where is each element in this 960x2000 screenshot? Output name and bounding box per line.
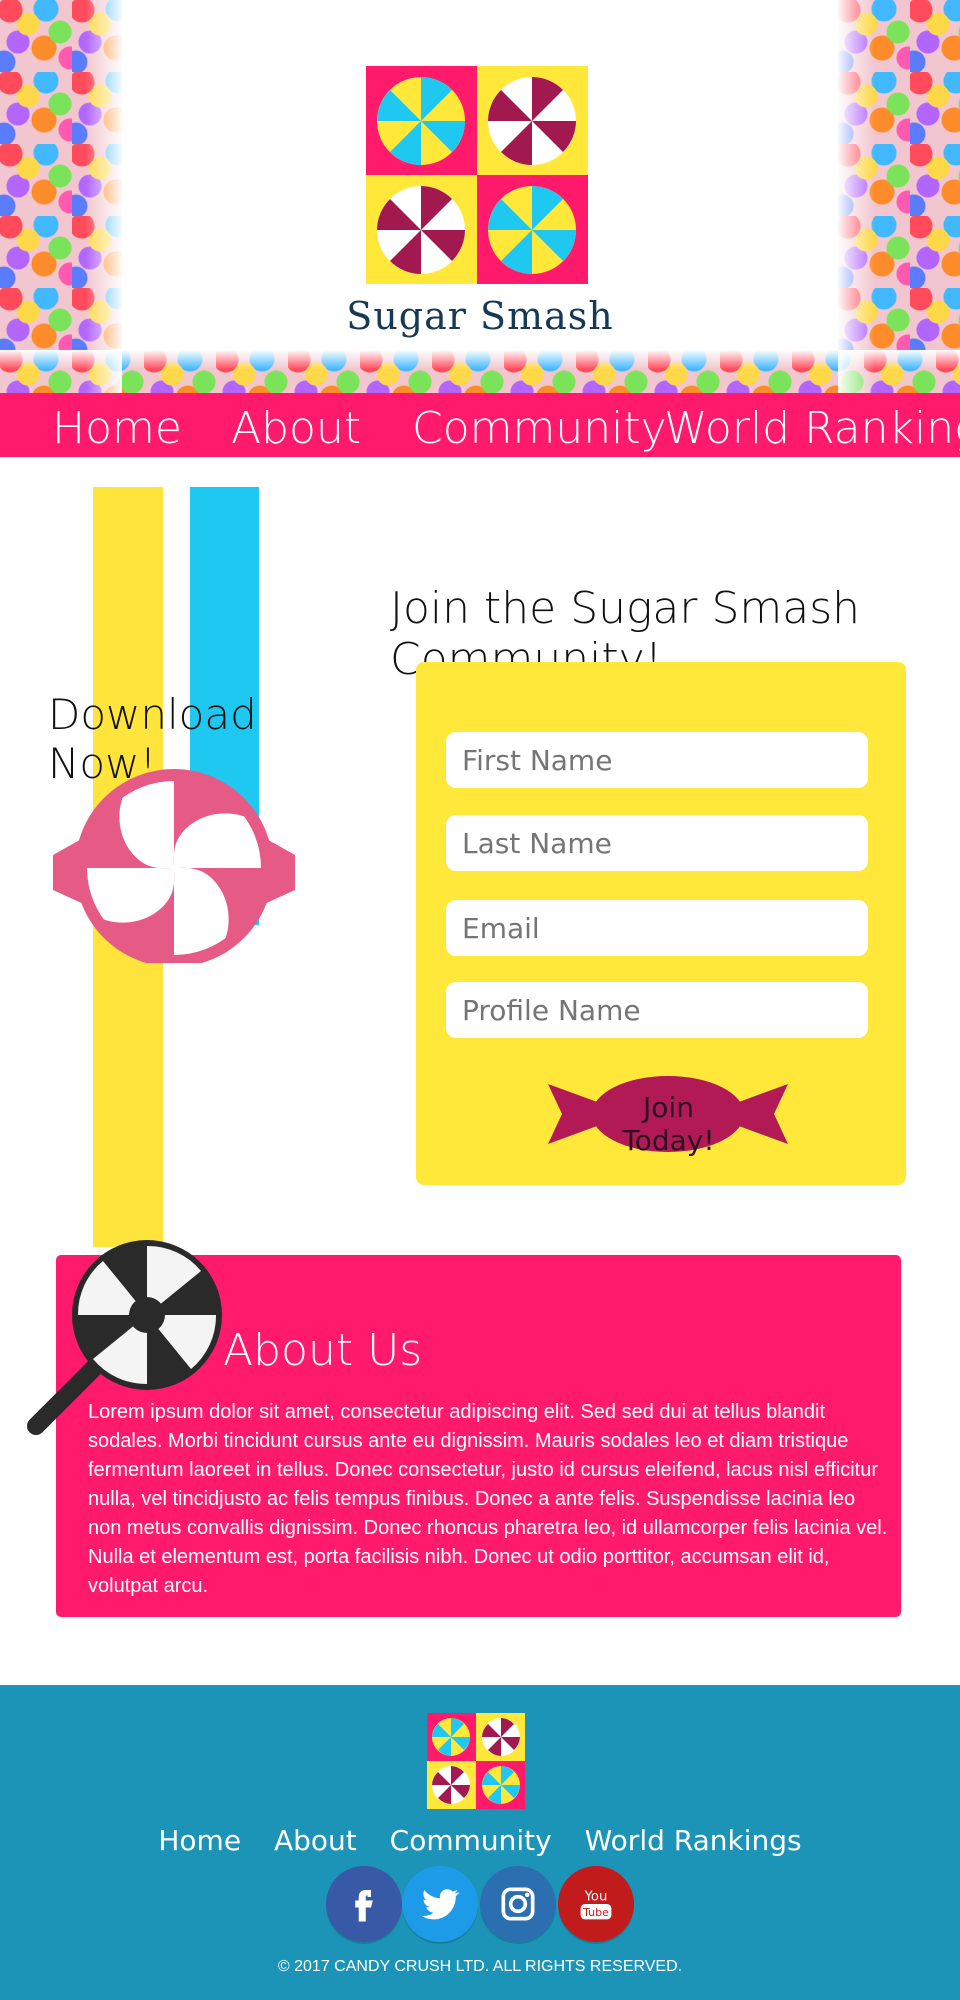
join-today-label: Join Today! [622, 1091, 715, 1157]
profile-name-field[interactable] [446, 982, 868, 1038]
logo-candy-tr-icon [488, 77, 576, 165]
facebook-icon[interactable] [326, 1866, 402, 1942]
footer-nav-world-rankings[interactable]: World Rankings [585, 1824, 802, 1857]
about-body: Lorem ipsum dolor sit amet, consectetur … [88, 1401, 888, 1597]
footer-nav-about[interactable]: About [274, 1824, 357, 1857]
main-nav: Home About Community World Rankings [0, 393, 960, 457]
footer-logo-icon [427, 1713, 525, 1809]
logo-candy-tl-icon [377, 77, 465, 165]
youtube-icon[interactable]: You Tube [558, 1866, 634, 1942]
instagram-icon[interactable] [480, 1866, 556, 1942]
twitter-glyph-icon [421, 1889, 460, 1920]
nav-home[interactable]: Home [52, 403, 182, 454]
about-title: About Us [223, 1325, 423, 1376]
footer-nav-community[interactable]: Community [390, 1824, 552, 1857]
header-fade-left [0, 0, 122, 393]
facebook-glyph-icon [355, 1890, 373, 1922]
candy-icon[interactable] [25, 765, 319, 963]
logo-candy-bl-icon [377, 186, 465, 274]
twitter-icon[interactable] [402, 1866, 478, 1942]
footer-nav: Home About Community World Rankings [0, 1824, 960, 1857]
nav-about[interactable]: About [231, 403, 361, 454]
copyright: © 2017 CANDY CRUSH LTD. ALL RIGHTS RESER… [277, 1958, 683, 1975]
header-fade-bottom [0, 350, 960, 393]
instagram-glyph-icon [501, 1887, 535, 1921]
footer-nav-home[interactable]: Home [158, 1824, 241, 1857]
youtube-glyph-icon: You Tube [580, 1890, 612, 1920]
signup-form: Join Today! [416, 662, 906, 1185]
brand-name: Sugar Smash [346, 294, 614, 338]
email-field[interactable] [446, 900, 868, 956]
logo-candy-br-icon [488, 186, 576, 274]
header-fade-right [838, 0, 960, 393]
svg-text:Tube: Tube [582, 1906, 609, 1919]
nav-community[interactable]: Community [412, 403, 667, 454]
svg-text:You: You [584, 1890, 608, 1905]
first-name-field[interactable] [446, 732, 868, 788]
nav-world-rankings[interactable]: World Rankings [664, 403, 960, 454]
logo-icon [366, 66, 588, 284]
last-name-field[interactable] [446, 815, 868, 871]
